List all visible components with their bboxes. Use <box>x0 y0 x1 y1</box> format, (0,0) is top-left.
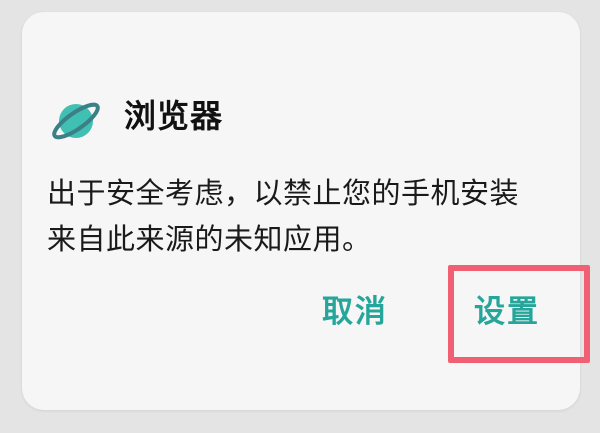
dialog-message: 出于安全考虑，以禁止您的手机安装 来自此来源的未知应用。 <box>47 170 567 262</box>
permission-dialog: 浏览器 出于安全考虑，以禁止您的手机安装 来自此来源的未知应用。 <box>22 12 580 410</box>
browser-planet-icon <box>52 102 100 140</box>
settings-button[interactable]: 设置 <box>474 292 540 332</box>
app-name: 浏览器 <box>124 97 224 135</box>
message-line-2: 来自此来源的未知应用。 <box>47 222 372 256</box>
cancel-button[interactable]: 取消 <box>322 292 388 332</box>
message-line-1: 出于安全考虑，以禁止您的手机安装 <box>47 176 520 210</box>
